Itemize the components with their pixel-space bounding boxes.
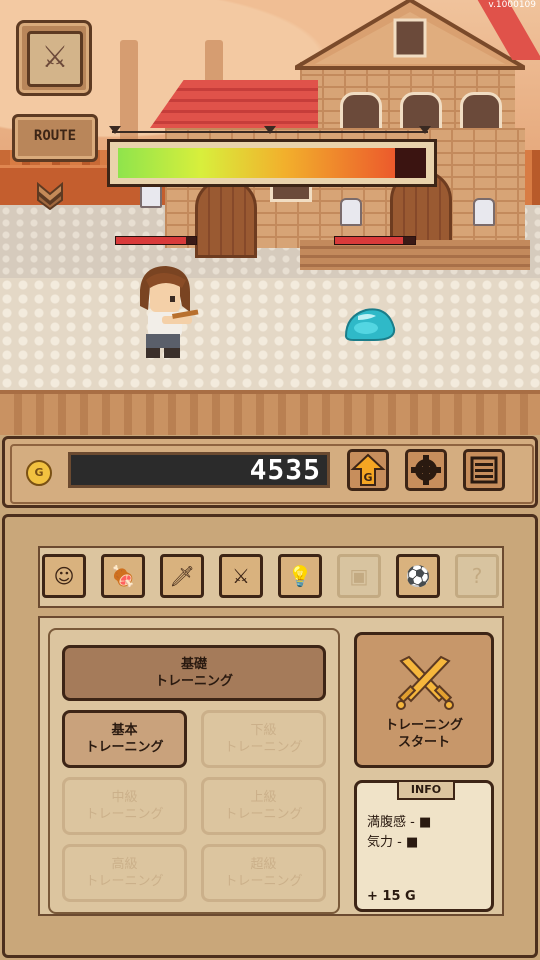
info-title: INFO [397, 780, 455, 800]
gauge-marker [264, 126, 276, 134]
training-level-button: 高級 トレーニング [62, 844, 187, 902]
meat-icon: 🍖 [110, 564, 136, 588]
character-icon: ☺ [53, 564, 75, 588]
power-gauge-empty [395, 148, 426, 178]
gold-amount: 4535 [249, 453, 321, 486]
house-building [140, 0, 540, 270]
training-level-button: 下級 トレーニング [201, 710, 326, 768]
chevron-down-icon[interactable] [34, 180, 66, 211]
training-category-header: 基礎 トレーニング [62, 645, 326, 701]
gauge-marker [109, 126, 121, 134]
training-level-button: 中級 トレーニング [62, 777, 187, 835]
frame-icon: ▣ [349, 564, 369, 588]
gauge-marker [419, 126, 431, 134]
training-level-button[interactable]: 基本 トレーニング [62, 710, 187, 768]
upgrade-button[interactable]: G [347, 449, 389, 491]
gold-reward: + 15 G [367, 889, 416, 904]
tab-crossed-swords[interactable]: ⚔ [219, 554, 263, 598]
cobblestone-road [0, 278, 540, 393]
tab-question: ? [455, 554, 499, 598]
player-character [140, 266, 199, 358]
crossed-swords-icon: ⚔ [27, 31, 83, 87]
gear-icon [411, 455, 441, 485]
route-button[interactable]: ROUTE [12, 114, 98, 162]
version-label: v.1000109 [488, 0, 536, 10]
lightbulb-icon: 💡 [287, 564, 313, 588]
training-level-button: 上級 トレーニング [201, 777, 326, 835]
gold-amount-display: 4535 [68, 452, 330, 488]
soccer-ball-icon: ⚽ [405, 564, 431, 588]
hamburger-menu-icon [470, 456, 498, 484]
battle-mode-button[interactable]: ⚔ [16, 20, 92, 96]
upgrade-arrow-icon: G [350, 453, 386, 486]
question-icon: ? [471, 564, 483, 588]
lantern-icon [473, 198, 495, 226]
route-button-label: ROUTE [33, 128, 77, 144]
enemy-hp-bar [334, 236, 416, 245]
red-tiled-roof [150, 80, 318, 128]
energy-cost: 気力 - ■ [367, 835, 419, 850]
sword-icon: 🗡 [169, 564, 195, 588]
svg-text:G: G [363, 471, 372, 484]
crossed-swords-icon: ⚔ [232, 564, 250, 588]
power-gauge-fill [118, 148, 395, 178]
player-hp-bar [115, 236, 197, 245]
tab-soccer-ball[interactable]: ⚽ [396, 554, 440, 598]
info-box: INFO 満腹感 - ■ 気力 - ■ + 15 G [354, 780, 494, 912]
crossed-swords-icon [396, 655, 454, 710]
gold-coin-icon: G [26, 460, 52, 486]
training-level-button: 超級 トレーニング [201, 844, 326, 902]
enemy-hp-fill [335, 237, 403, 244]
start-training-label: トレーニング スタート [384, 718, 463, 750]
power-gauge [107, 139, 437, 187]
start-training-button[interactable]: トレーニング スタート [354, 632, 494, 768]
settings-button[interactable] [405, 449, 447, 491]
tab-frame: ▣ [337, 554, 381, 598]
player-hp-fill [116, 237, 187, 244]
menu-button[interactable] [463, 449, 505, 491]
wooden-door [195, 178, 257, 258]
slime-enemy [344, 308, 396, 341]
tab-character[interactable]: ☺ [42, 554, 86, 598]
tab-lightbulb[interactable]: 💡 [278, 554, 322, 598]
satiety-cost: 満腹感 - ■ [367, 815, 432, 830]
tab-meat[interactable]: 🍖 [101, 554, 145, 598]
lantern-icon [340, 198, 362, 226]
battle-scene: ⚔ ROUTE v.1000109 [0, 0, 540, 435]
road-edge [0, 390, 540, 435]
tab-sword[interactable]: 🗡 [160, 554, 204, 598]
